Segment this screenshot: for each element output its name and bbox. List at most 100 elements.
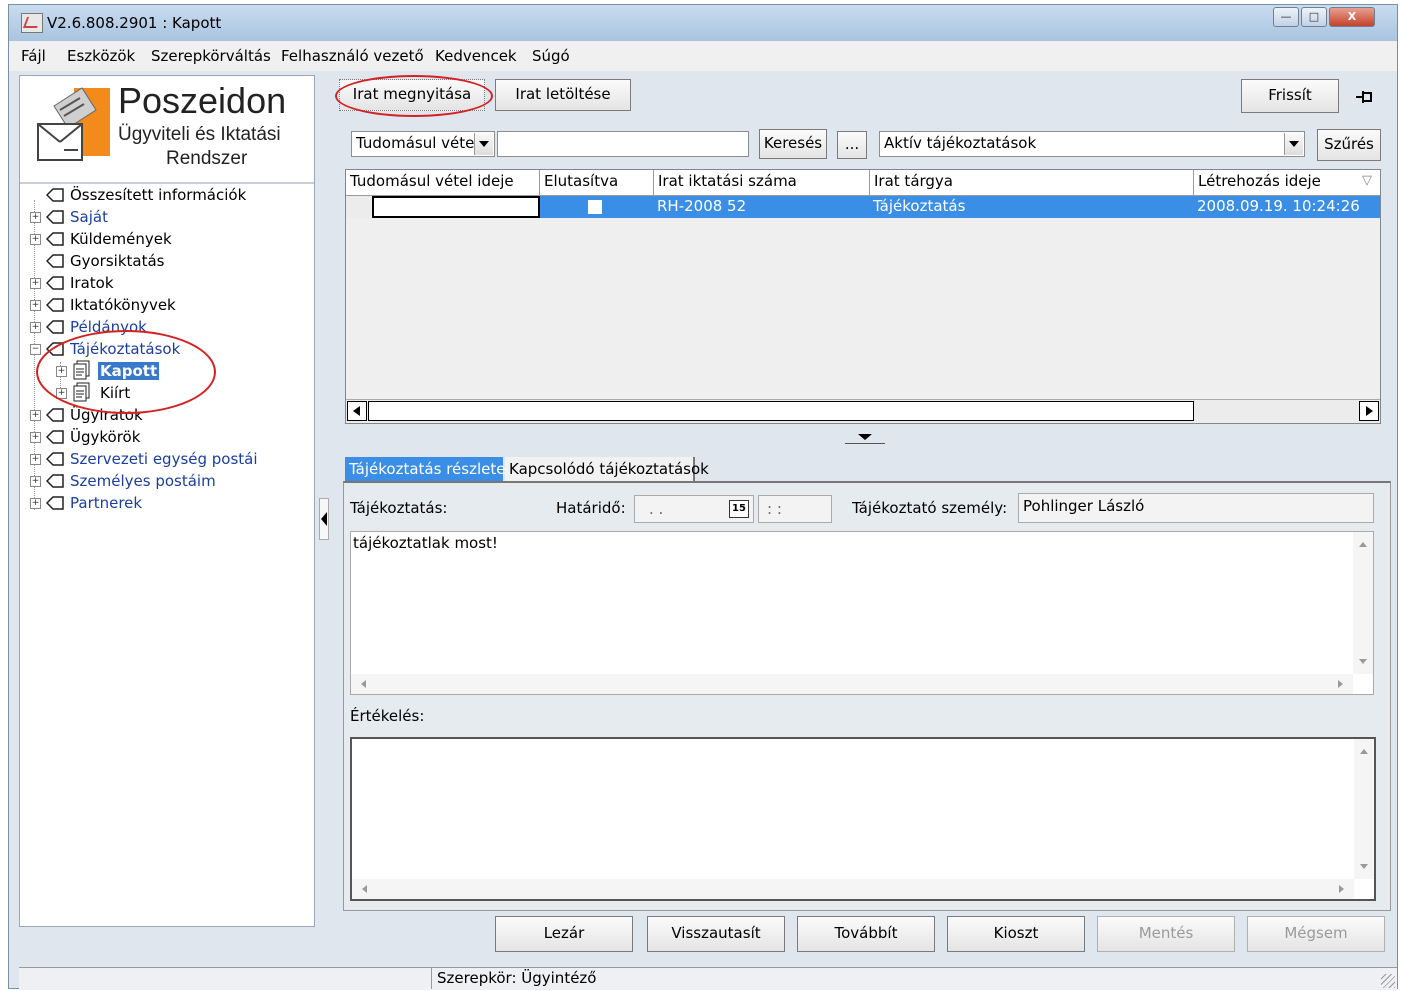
open-document-button[interactable]: Irat megnyitása bbox=[339, 79, 485, 111]
expand-icon[interactable]: + bbox=[30, 454, 41, 465]
column-header[interactable]: Elutasítva bbox=[540, 170, 654, 196]
deadline-date-field[interactable]: . . 15 bbox=[634, 495, 754, 523]
cancel-button[interactable]: Mégsem bbox=[1247, 916, 1385, 952]
tag-icon bbox=[46, 342, 64, 356]
assign-button[interactable]: Kioszt bbox=[947, 916, 1085, 952]
navigation-panel: Poszeidon Ügyviteli és Iktatási Rendszer… bbox=[19, 75, 315, 927]
informer-person-field: Pohlinger László bbox=[1018, 493, 1374, 523]
tag-icon bbox=[46, 474, 64, 488]
close-case-button[interactable]: Lezár bbox=[495, 916, 633, 952]
expand-icon[interactable]: + bbox=[30, 322, 41, 333]
column-header[interactable]: Irat iktatási száma bbox=[654, 170, 870, 196]
reject-button[interactable]: Visszautasít bbox=[647, 916, 785, 952]
calendar-icon[interactable]: 15 bbox=[729, 500, 749, 518]
table-cell[interactable]: 2008.09.19. 10:24:26 bbox=[1194, 196, 1380, 218]
table-cell[interactable] bbox=[540, 196, 654, 218]
column-header[interactable]: Irat tárgya bbox=[870, 170, 1194, 196]
scroll-right-icon[interactable] bbox=[1359, 401, 1379, 421]
expand-icon[interactable]: + bbox=[30, 476, 41, 487]
notifications-table: Tudomásul vétel ideje Elutasítva Irat ik… bbox=[345, 169, 1381, 424]
table-cell[interactable]: Tájékoztatás bbox=[870, 196, 1194, 218]
tag-icon bbox=[46, 452, 64, 466]
table-cell[interactable]: RH-2008 52 bbox=[654, 196, 870, 218]
tag-icon bbox=[46, 408, 64, 422]
expand-icon[interactable]: + bbox=[30, 212, 41, 223]
tag-icon bbox=[46, 320, 64, 334]
download-document-button[interactable]: Irat letöltése bbox=[495, 79, 631, 111]
menu-role-switch[interactable]: Szerepkörváltás bbox=[151, 47, 271, 65]
table-cell[interactable] bbox=[372, 196, 540, 218]
expand-icon[interactable]: + bbox=[30, 410, 41, 421]
tab-notification-details[interactable]: Tájékoztatás részletei bbox=[345, 457, 510, 481]
expand-icon[interactable]: + bbox=[30, 300, 41, 311]
informer-person-label: Tájékoztató személy: bbox=[852, 499, 1008, 517]
scroll-left-icon[interactable] bbox=[347, 401, 367, 421]
app-icon bbox=[21, 13, 43, 33]
chevron-down-icon[interactable] bbox=[474, 133, 493, 155]
tag-icon bbox=[46, 254, 64, 268]
resize-grip-icon[interactable] bbox=[1381, 974, 1395, 988]
menu-tools[interactable]: Eszközök bbox=[67, 47, 135, 65]
detail-panel: Tájékoztatás: Határidő: . . 15 : : Tájék… bbox=[343, 481, 1391, 911]
tag-icon bbox=[46, 210, 64, 224]
expand-icon[interactable]: + bbox=[30, 234, 41, 245]
column-header[interactable]: Tudomásul vétel ideje bbox=[346, 170, 540, 196]
rejected-checkbox[interactable] bbox=[588, 200, 602, 214]
tag-icon bbox=[46, 298, 64, 312]
expand-icon[interactable]: + bbox=[30, 278, 41, 289]
sort-icon[interactable]: ▽ bbox=[1362, 173, 1372, 188]
menu-user-guide[interactable]: Felhasználó vezető bbox=[281, 47, 424, 65]
logo-title: Poszeidon bbox=[118, 80, 287, 121]
menu-favorites[interactable]: Kedvencek bbox=[435, 47, 517, 65]
expand-icon[interactable]: + bbox=[56, 366, 67, 377]
window-title: V2.6.808.2901 : Kapott bbox=[47, 14, 222, 32]
app-window: V2.6.808.2901 : Kapott — □ X Fájl Eszköz… bbox=[8, 4, 1398, 990]
title-bar: V2.6.808.2901 : Kapott — □ X bbox=[9, 5, 1397, 41]
horizontal-scrollbar[interactable] bbox=[352, 879, 1354, 899]
search-input[interactable] bbox=[497, 131, 749, 157]
notification-text-area[interactable]: tájékoztatlak most! bbox=[350, 531, 1374, 695]
horizontal-scrollbar[interactable] bbox=[351, 674, 1353, 694]
chevron-down-icon[interactable] bbox=[845, 433, 885, 444]
minimize-button[interactable]: — bbox=[1273, 7, 1299, 27]
deadline-time-field[interactable]: : : bbox=[758, 495, 832, 523]
vertical-scrollbar[interactable] bbox=[1353, 532, 1373, 674]
menu-bar: Fájl Eszközök Szerepkörváltás Felhasznál… bbox=[9, 41, 1397, 71]
tag-icon bbox=[46, 276, 64, 290]
tag-icon bbox=[46, 188, 64, 202]
vertical-scrollbar[interactable] bbox=[1354, 739, 1374, 879]
refresh-button[interactable]: Frissít bbox=[1241, 79, 1339, 113]
tag-icon bbox=[46, 430, 64, 444]
logo: Poszeidon Ügyviteli és Iktatási Rendszer bbox=[20, 76, 314, 184]
expand-icon[interactable]: + bbox=[56, 388, 67, 399]
pin-icon[interactable] bbox=[1355, 89, 1375, 105]
panel-collapse-arrow-icon[interactable] bbox=[319, 498, 329, 540]
tab-related-notifications[interactable]: Kapcsolódó tájékoztatások bbox=[505, 457, 709, 481]
menu-file[interactable]: Fájl bbox=[21, 47, 46, 65]
deadline-label: Határidő: bbox=[556, 499, 626, 517]
forward-button[interactable]: Továbbít bbox=[797, 916, 935, 952]
document-stack-icon bbox=[73, 382, 90, 402]
chevron-down-icon[interactable] bbox=[1284, 133, 1303, 155]
maximize-button[interactable]: □ bbox=[1301, 7, 1327, 27]
menu-help[interactable]: Súgó bbox=[532, 47, 570, 65]
search-button[interactable]: Keresés bbox=[759, 129, 827, 159]
close-button[interactable]: X bbox=[1329, 7, 1375, 27]
expand-icon[interactable]: + bbox=[30, 432, 41, 443]
logo-subtitle-2: Rendszer bbox=[166, 148, 248, 169]
scrollbar-thumb[interactable] bbox=[368, 401, 1194, 421]
filter-combo[interactable]: Aktív tájékoztatások bbox=[879, 131, 1305, 157]
filter-button[interactable]: Szűrés bbox=[1317, 129, 1381, 161]
expand-icon[interactable]: + bbox=[30, 498, 41, 509]
column-header[interactable]: Létrehozás ideje bbox=[1194, 170, 1380, 196]
document-stack-icon bbox=[73, 360, 90, 380]
row-indicator bbox=[346, 196, 372, 218]
tag-icon bbox=[46, 496, 64, 510]
evaluation-text-area[interactable] bbox=[350, 737, 1376, 901]
notification-label: Tájékoztatás: bbox=[350, 499, 448, 517]
collapse-icon[interactable]: − bbox=[30, 344, 41, 355]
search-field-combo[interactable]: Tudomásul vétel i bbox=[351, 131, 495, 157]
table-horizontal-scrollbar[interactable] bbox=[346, 399, 1380, 423]
ellipsis-button[interactable]: ... bbox=[837, 131, 867, 159]
save-button[interactable]: Mentés bbox=[1097, 916, 1235, 952]
